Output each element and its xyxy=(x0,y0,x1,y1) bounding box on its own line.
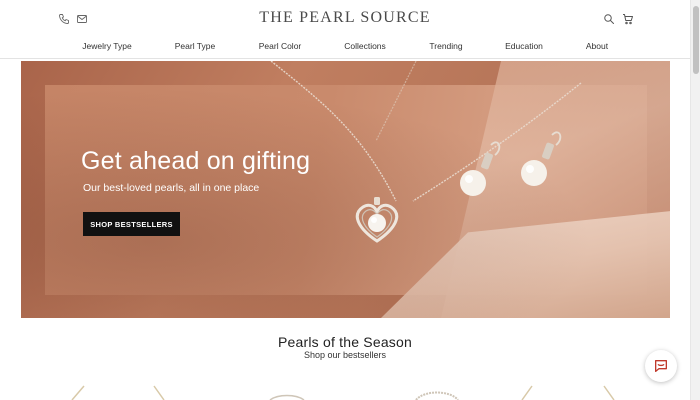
chat-button[interactable] xyxy=(645,350,677,382)
product-thumbnail xyxy=(521,385,533,400)
product-thumbnail xyxy=(415,391,459,400)
shop-bestsellers-button[interactable]: SHOP BESTSELLERS xyxy=(83,212,180,236)
nav-item-pearl-type[interactable]: Pearl Type xyxy=(175,41,215,51)
hero-title: Get ahead on gifting xyxy=(81,147,311,175)
section-subtitle: Shop our bestsellers xyxy=(303,350,387,360)
cart-icon[interactable] xyxy=(620,11,636,27)
search-icon[interactable] xyxy=(601,11,617,27)
top-bar: THE PEARL SOURCE xyxy=(0,0,690,38)
product-thumbnails-row xyxy=(71,385,615,400)
nav-item-jewelry-type[interactable]: Jewelry Type xyxy=(82,41,131,51)
product-thumbnail xyxy=(269,394,305,400)
section-title: Pearls of the Season xyxy=(278,334,412,350)
page-scrollbar[interactable] xyxy=(690,0,700,400)
hero-subtitle: Our best-loved pearls, all in one place xyxy=(83,182,260,194)
main-nav: Jewelry Type Pearl Type Pearl Color Coll… xyxy=(0,38,690,59)
nav-item-education[interactable]: Education xyxy=(505,41,543,51)
product-thumbnail xyxy=(71,385,85,400)
nav-item-trending[interactable]: Trending xyxy=(429,41,462,51)
nav-item-about[interactable]: About xyxy=(586,41,608,51)
product-thumbnail xyxy=(153,385,165,400)
hero-banner[interactable]: Get ahead on gifting Our best-loved pear… xyxy=(21,61,670,318)
nav-item-collections[interactable]: Collections xyxy=(344,41,386,51)
scrollbar-thumb[interactable] xyxy=(693,6,699,74)
nav-item-pearl-color[interactable]: Pearl Color xyxy=(259,41,302,51)
chat-icon xyxy=(653,358,669,374)
site-logo[interactable]: THE PEARL SOURCE xyxy=(0,9,690,27)
product-thumbnail xyxy=(603,385,615,400)
